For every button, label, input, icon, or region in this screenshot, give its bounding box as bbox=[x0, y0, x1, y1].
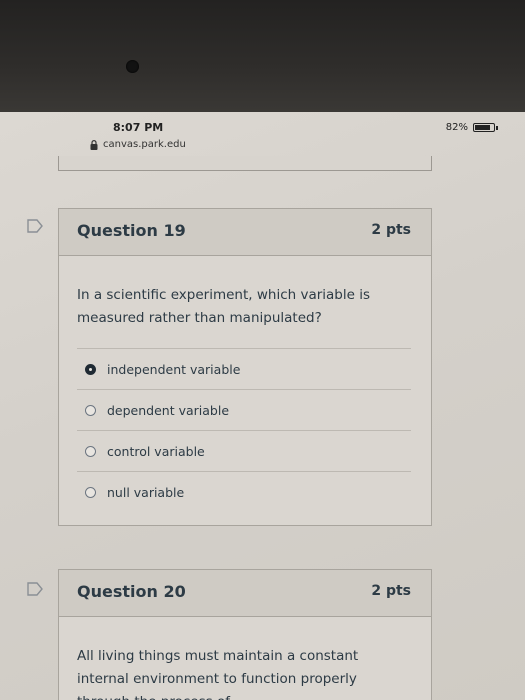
question-title: Question 19 bbox=[77, 221, 186, 240]
battery-icon bbox=[473, 123, 498, 132]
camera-dot bbox=[126, 60, 139, 73]
question-points: 2 pts bbox=[371, 583, 411, 599]
question-header: Question 19 2 pts bbox=[59, 209, 431, 256]
question-card: Question 20 2 pts All living things must… bbox=[58, 569, 432, 700]
battery-indicator: 82% bbox=[445, 122, 498, 133]
flag-icon[interactable] bbox=[27, 219, 43, 233]
answer-option[interactable]: null variable bbox=[77, 471, 411, 512]
battery-percent: 82% bbox=[445, 122, 468, 133]
question-title: Question 20 bbox=[77, 582, 186, 601]
question-card: Question 19 2 pts In a scientific experi… bbox=[58, 208, 432, 526]
question-header: Question 20 2 pts bbox=[59, 570, 431, 617]
flag-icon[interactable] bbox=[27, 582, 43, 596]
question-text: In a scientific experiment, which variab… bbox=[77, 287, 370, 326]
address-bar[interactable]: canvas.park.edu bbox=[90, 139, 186, 150]
answer-list: independent variable dependent variable … bbox=[59, 348, 431, 512]
browser-screen: 8:07 PM canvas.park.edu 82% Question 19 … bbox=[0, 112, 525, 700]
battery-fill bbox=[475, 125, 490, 130]
radio-button[interactable] bbox=[85, 404, 96, 416]
radio-button[interactable] bbox=[85, 445, 96, 457]
radio-button[interactable] bbox=[85, 363, 96, 375]
status-time: 8:07 PM bbox=[113, 121, 164, 134]
question-text: All living things must maintain a consta… bbox=[77, 648, 359, 700]
answer-label: control variable bbox=[107, 443, 205, 459]
url-text: canvas.park.edu bbox=[103, 139, 186, 150]
question-points: 2 pts bbox=[371, 222, 411, 238]
answer-label: independent variable bbox=[107, 361, 241, 377]
answer-option[interactable]: independent variable bbox=[77, 348, 411, 389]
status-bar: 8:07 PM canvas.park.edu 82% bbox=[0, 112, 525, 162]
answer-option[interactable]: control variable bbox=[77, 430, 411, 471]
device-bezel bbox=[0, 0, 525, 112]
answer-label: dependent variable bbox=[107, 402, 230, 418]
answer-label: null variable bbox=[107, 484, 185, 500]
lock-icon bbox=[90, 139, 98, 150]
page-header-strip bbox=[58, 156, 432, 171]
answer-option[interactable]: dependent variable bbox=[77, 389, 411, 430]
radio-button[interactable] bbox=[85, 486, 96, 498]
